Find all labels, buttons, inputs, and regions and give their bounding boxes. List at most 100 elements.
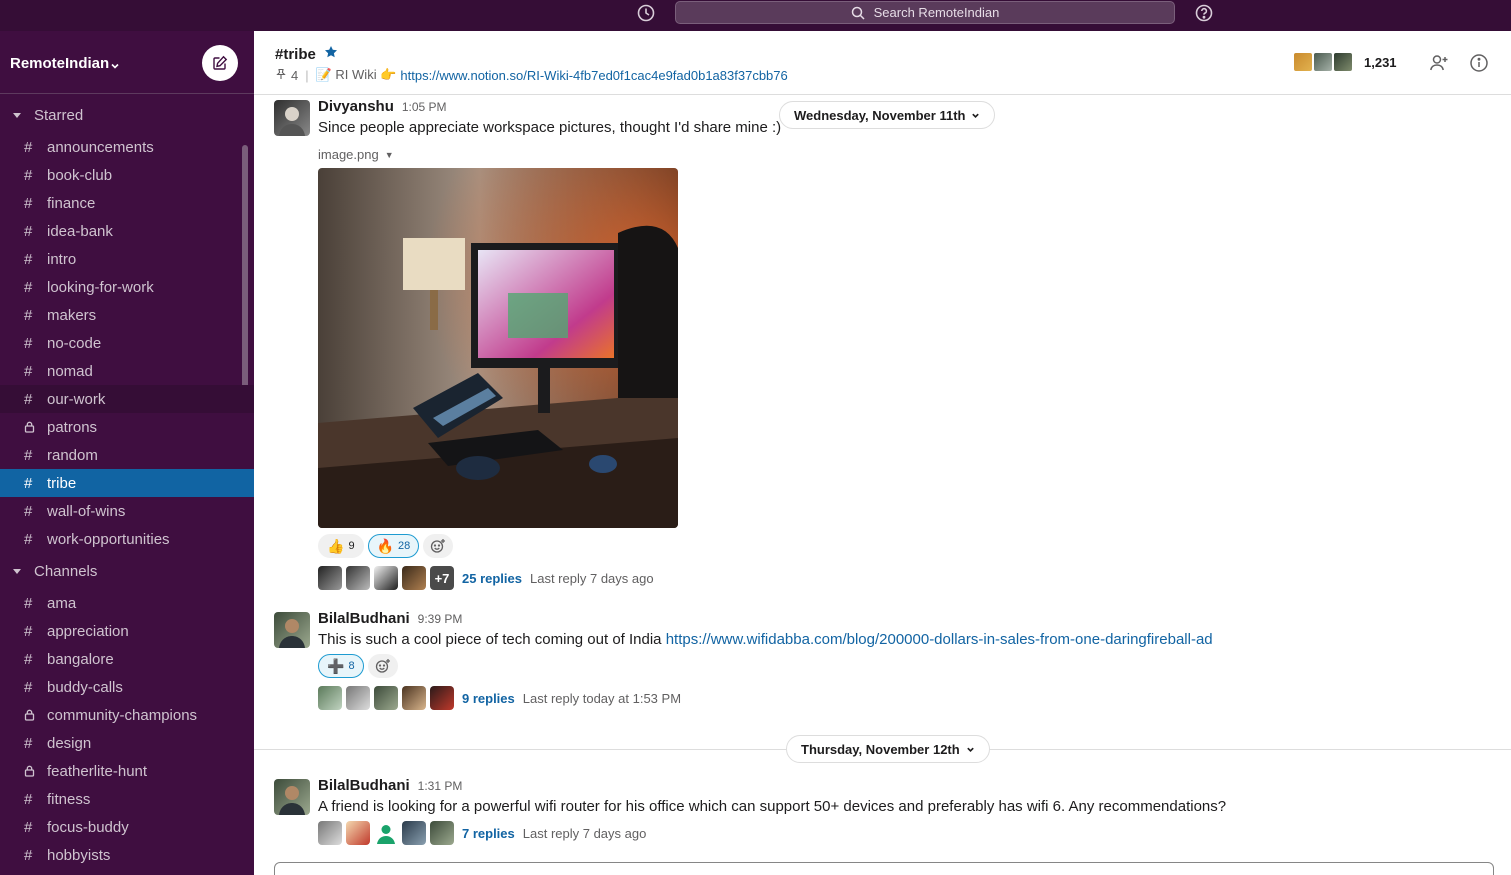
member-list-button[interactable]: 1,231 [1292, 51, 1397, 73]
pinned-count[interactable]: 4 [291, 68, 298, 83]
thumbs-up-icon: 👍 [327, 537, 345, 554]
reaction-count: 8 [348, 660, 355, 672]
pin-icon[interactable] [275, 68, 287, 83]
sidebar-item-label: design [47, 734, 92, 752]
sidebar-item-community-champions[interactable]: community-champions [0, 701, 254, 729]
sidebar-item-focus-buddy[interactable]: # focus-buddy [0, 813, 254, 841]
reaction-thumbs-up[interactable]: 👍 9 [318, 534, 364, 558]
avatar[interactable] [274, 100, 310, 136]
shared-image[interactable] [318, 168, 678, 528]
avatar[interactable] [274, 779, 310, 815]
sidebar-item-label: makers [47, 306, 97, 324]
hash-icon: # [24, 734, 33, 752]
sidebar-item-idea-bank[interactable]: # idea-bank [0, 217, 254, 245]
sidebar-item-ama[interactable]: # ama [0, 589, 254, 617]
message-time[interactable]: 1:31 PM [418, 779, 463, 793]
thread-summary[interactable]: +7 25 replies Last reply 7 days ago [318, 566, 781, 590]
sidebar-item-makers[interactable]: # makers [0, 301, 254, 329]
hash-icon: # [24, 278, 33, 296]
message-author[interactable]: BilalBudhani [318, 610, 410, 627]
avatar[interactable] [274, 612, 310, 648]
clock-icon[interactable] [636, 3, 656, 23]
hash-icon: # [24, 390, 33, 408]
sidebar-item-bangalore[interactable]: # bangalore [0, 645, 254, 673]
sidebar-item-nomad[interactable]: # nomad [0, 357, 254, 385]
add-member-icon[interactable] [1429, 53, 1449, 78]
replies-link[interactable]: 7 replies [462, 826, 515, 841]
caret-down-icon[interactable] [0, 110, 34, 120]
thread-summary[interactable]: 9 replies Last reply today at 1:53 PM [318, 686, 1213, 710]
channel-name[interactable]: #tribe [275, 46, 316, 63]
sidebar-item-fitness[interactable]: # fitness [0, 785, 254, 813]
section-starred[interactable]: Starred [0, 101, 254, 129]
hash-icon: # [24, 474, 33, 492]
sidebar-item-label: idea-bank [47, 222, 113, 240]
message-link[interactable]: https://www.wifidabba.com/blog/200000-do… [666, 631, 1213, 648]
search-bar[interactable]: Search RemoteIndian [675, 1, 1175, 24]
hash-icon: # [24, 362, 33, 380]
sidebar-item-intro[interactable]: # intro [0, 245, 254, 273]
hash-icon: # [24, 650, 33, 668]
member-count[interactable]: 1,231 [1364, 55, 1397, 70]
sidebar-item-label: intro [47, 250, 77, 268]
chevron-down-icon[interactable] [110, 58, 120, 76]
message-author[interactable]: BilalBudhani [318, 777, 410, 794]
sidebar-item-random[interactable]: # random [0, 441, 254, 469]
reply-avatar [318, 686, 342, 710]
message-text-wrap: This is such a cool piece of tech coming… [318, 631, 1213, 648]
file-name[interactable]: image.png [318, 147, 379, 162]
caret-down-icon[interactable]: ▼ [385, 150, 394, 160]
bookmark-label[interactable]: 📝 RI Wiki 👉 [316, 67, 397, 83]
reaction-plus[interactable]: ➕ 8 [318, 654, 364, 678]
date-jump-button[interactable]: Thursday, November 12th [786, 735, 990, 763]
reaction-fire[interactable]: 🔥 28 [367, 534, 420, 558]
sidebar-item-featherlite-hunt[interactable]: featherlite-hunt [0, 757, 254, 785]
sidebar-item-buddy-calls[interactable]: # buddy-calls [0, 673, 254, 701]
search-icon [851, 6, 865, 20]
sidebar-item-label: focus-buddy [47, 818, 129, 836]
search-placeholder: Search RemoteIndian [873, 5, 1000, 20]
workspace-header[interactable]: RemoteIndian [0, 31, 254, 94]
date-jump-button[interactable]: Wednesday, November 11th [779, 101, 996, 129]
compose-button[interactable] [202, 45, 238, 81]
message-composer[interactable] [274, 862, 1494, 875]
message-author[interactable]: Divyanshu [318, 98, 394, 115]
add-reaction-button[interactable] [367, 654, 398, 678]
add-reaction-button[interactable] [423, 534, 454, 558]
sidebar-item-label: buddy-calls [47, 678, 123, 696]
sidebar-item-book-club[interactable]: # book-club [0, 161, 254, 189]
info-icon[interactable] [1469, 53, 1489, 78]
section-channels[interactable]: Channels [0, 557, 254, 585]
bookmark-link[interactable]: https://www.notion.so/RI-Wiki-4fb7ed0f1c… [400, 68, 787, 83]
sidebar-item-label: finance [47, 194, 96, 212]
sidebar-item-looking-for-work[interactable]: # looking-for-work [0, 273, 254, 301]
star-icon[interactable] [324, 45, 338, 63]
hash-icon: # [24, 530, 33, 548]
sidebar-item-work-opportunities[interactable]: # work-opportunities [0, 525, 254, 553]
sidebar-item-no-code[interactable]: # no-code [0, 329, 254, 357]
sidebar-item-label: ama [47, 594, 77, 612]
sidebar-item-announcements[interactable]: # announcements [0, 133, 254, 161]
caret-down-icon[interactable] [0, 566, 34, 576]
hash-icon: # [24, 138, 33, 156]
sidebar-item-appreciation[interactable]: # appreciation [0, 617, 254, 645]
sidebar-item-hobbyists[interactable]: # hobbyists [0, 841, 254, 869]
sidebar-item-tribe[interactable]: # tribe [0, 469, 254, 497]
channel-title[interactable]: #tribe [275, 45, 338, 63]
sidebar-item-design[interactable]: # design [0, 729, 254, 757]
sidebar-item-label: tribe [47, 474, 77, 492]
message-time[interactable]: 9:39 PM [418, 612, 463, 626]
sidebar-item-patrons[interactable]: patrons [0, 413, 254, 441]
plus-icon: ➕ [327, 657, 345, 674]
hash-icon: # [24, 446, 33, 464]
replies-link[interactable]: 25 replies [462, 571, 522, 586]
sidebar-item-finance[interactable]: # finance [0, 189, 254, 217]
thread-summary[interactable]: 7 replies Last reply 7 days ago [318, 821, 1226, 845]
message-time[interactable]: 1:05 PM [402, 100, 447, 114]
file-label[interactable]: image.png ▼ [318, 147, 781, 162]
help-icon[interactable] [1194, 3, 1214, 23]
workspace-name[interactable]: RemoteIndian [10, 55, 109, 72]
replies-link[interactable]: 9 replies [462, 691, 515, 706]
sidebar-item-our-work[interactable]: # our-work [0, 385, 254, 413]
sidebar-item-wall-of-wins[interactable]: # wall-of-wins [0, 497, 254, 525]
